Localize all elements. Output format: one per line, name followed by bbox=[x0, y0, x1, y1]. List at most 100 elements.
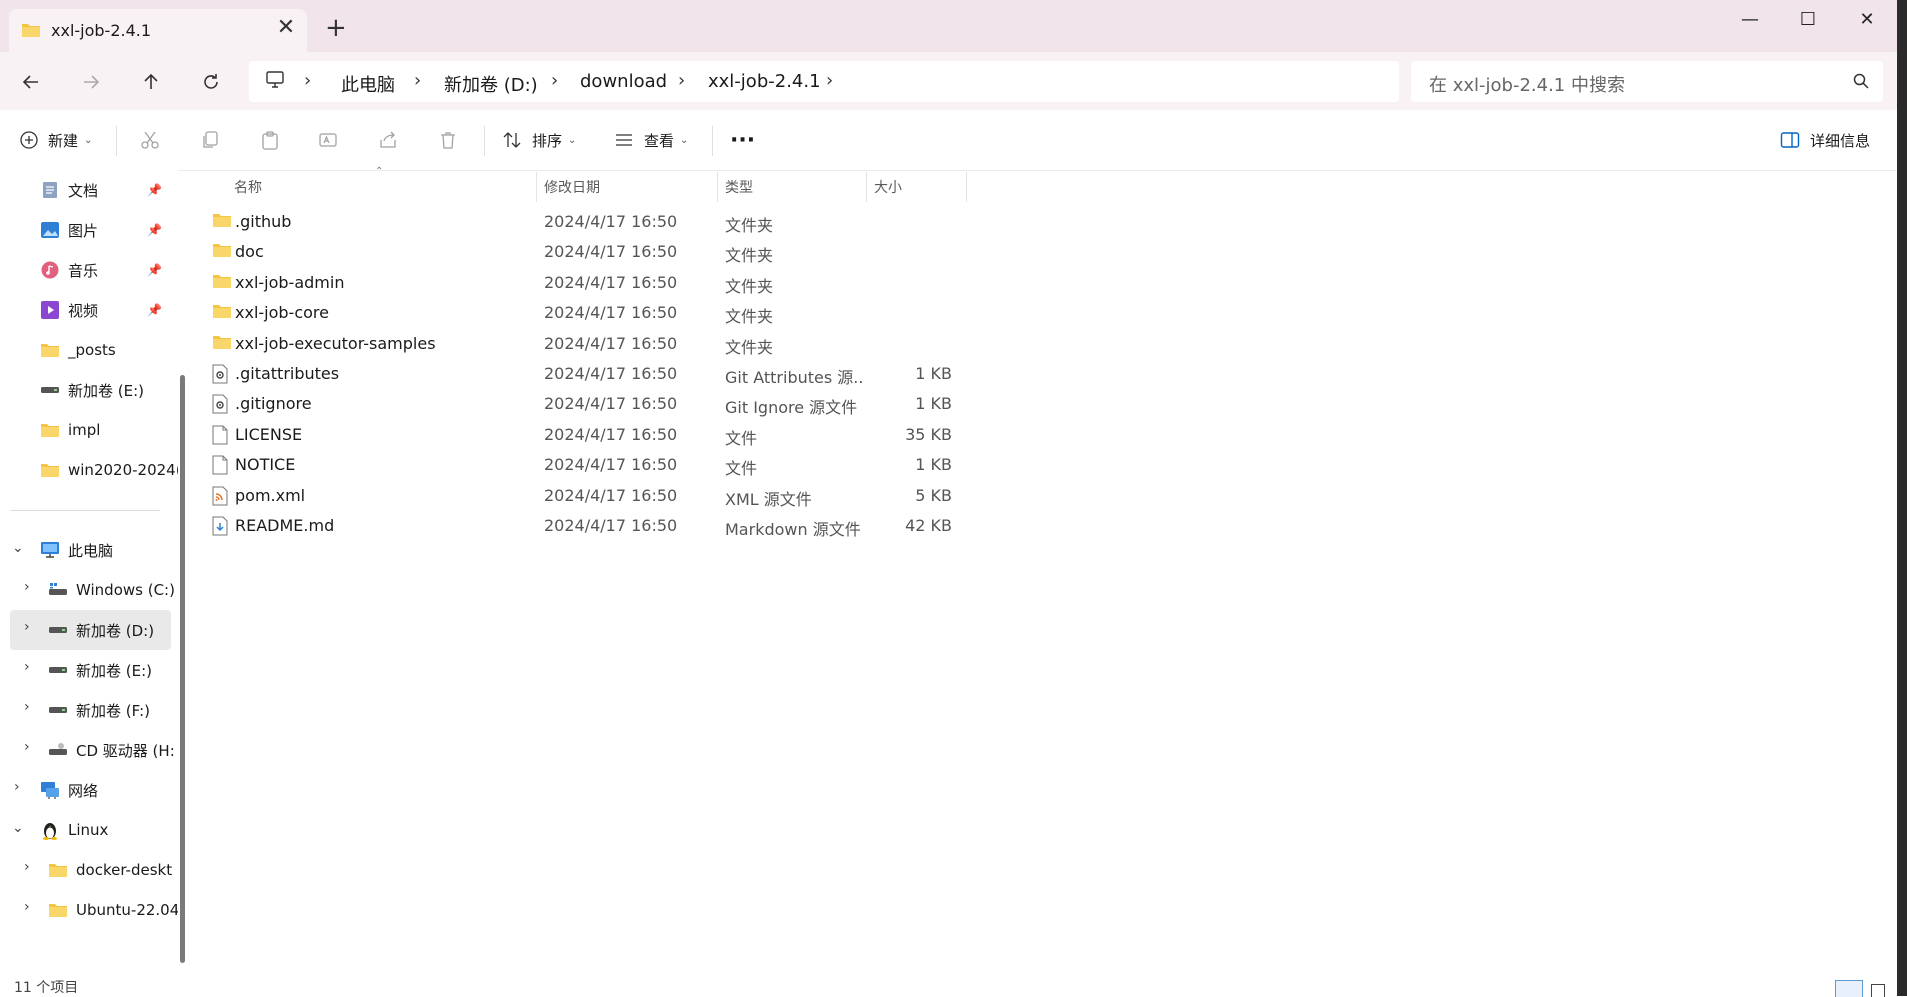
file-date: 2024/4/17 16:50 bbox=[544, 394, 678, 414]
sidebar-item-linux[interactable]: Linux bbox=[40, 812, 178, 848]
sidebar-item-network[interactable]: 网络 bbox=[40, 772, 178, 808]
sidebar-item-videos[interactable]: 视频 📌 bbox=[40, 292, 178, 328]
breadcrumb-chevron-icon[interactable]: › bbox=[826, 70, 833, 91]
chevron-right-icon[interactable]: › bbox=[24, 579, 30, 595]
tab-close-icon[interactable]: ✕ bbox=[274, 16, 298, 40]
details-button[interactable]: 详细信息 bbox=[1780, 110, 1870, 170]
folder-icon bbox=[212, 212, 232, 232]
search-icon[interactable] bbox=[1853, 73, 1869, 93]
more-options-button[interactable]: ··· bbox=[730, 110, 755, 170]
chevron-down-icon[interactable]: ⌄ bbox=[12, 820, 24, 836]
column-divider[interactable] bbox=[717, 172, 718, 202]
chevron-right-icon[interactable]: › bbox=[24, 659, 30, 675]
file-date: 2024/4/17 16:50 bbox=[544, 364, 678, 383]
cut-button[interactable] bbox=[140, 110, 160, 170]
paste-button[interactable] bbox=[260, 110, 280, 170]
file-date: 2024/4/17 16:50 bbox=[544, 485, 678, 505]
tab-current[interactable]: xxl-job-2.4.1 ✕ bbox=[9, 9, 307, 52]
pin-icon[interactable]: 📌 bbox=[147, 263, 162, 277]
minimize-button[interactable]: — bbox=[1728, 6, 1772, 34]
column-divider[interactable] bbox=[536, 172, 537, 202]
file-type: XML 源文件 bbox=[725, 489, 812, 509]
sidebar-item-win2020[interactable]: win2020-2024( bbox=[40, 452, 178, 488]
file-name: NOTICE bbox=[235, 455, 296, 475]
breadcrumb-chevron-icon[interactable]: › bbox=[304, 70, 311, 91]
file-type: Markdown 源文件 bbox=[725, 520, 861, 539]
chevron-right-icon[interactable]: › bbox=[24, 739, 30, 755]
rename-button[interactable] bbox=[318, 110, 338, 170]
details-view-toggle[interactable] bbox=[1835, 980, 1863, 997]
close-window-button[interactable]: ✕ bbox=[1845, 6, 1889, 34]
folder-icon bbox=[48, 860, 68, 880]
sidebar-item-ubuntu[interactable]: Ubuntu-22.04 bbox=[48, 892, 178, 928]
more-dots-icon: ··· bbox=[730, 127, 756, 153]
sidebar-item-cd-drive[interactable]: CD 驱动器 (H: bbox=[48, 732, 178, 768]
folder-icon bbox=[21, 22, 41, 42]
sort-button[interactable]: 排序 ⌄ bbox=[502, 110, 576, 170]
column-header-name[interactable]: 名称 bbox=[234, 170, 262, 204]
sidebar-item-posts[interactable]: _posts bbox=[40, 332, 178, 368]
sidebar-item-label: 视频 bbox=[68, 301, 99, 320]
pin-icon[interactable]: 📌 bbox=[147, 303, 162, 317]
sidebar-item-documents[interactable]: 文档 📌 bbox=[40, 172, 178, 208]
sidebar-item-docker-desktop[interactable]: docker-deskt bbox=[48, 852, 178, 888]
sidebar-scrollbar[interactable] bbox=[180, 375, 185, 963]
file-row[interactable]: README.md 2024/4/17 16:50 Markdown 源文件 42 K… bbox=[212, 508, 1162, 545]
refresh-button[interactable] bbox=[196, 67, 226, 97]
pin-icon[interactable]: 📌 bbox=[147, 223, 162, 237]
file-date: 2024/4/17 16:50 bbox=[544, 272, 678, 292]
sidebar-item-pictures[interactable]: 图片 📌 bbox=[40, 212, 178, 248]
column-header-size[interactable]: 大小 bbox=[874, 170, 902, 204]
chevron-right-icon[interactable]: › bbox=[14, 779, 20, 795]
network-icon bbox=[40, 780, 60, 800]
up-button[interactable] bbox=[136, 67, 166, 97]
sort-label: 排序 bbox=[532, 131, 563, 150]
pc-icon bbox=[40, 540, 60, 560]
sidebar-item-music[interactable]: 音乐 📌 bbox=[40, 252, 178, 288]
chevron-down-icon: ⌄ bbox=[680, 134, 689, 146]
breadcrumb-item[interactable]: 此电脑 bbox=[341, 71, 395, 97]
sidebar-item-drive-f[interactable]: 新加卷 (F:) bbox=[48, 692, 178, 728]
file-list: 名称 ⌃ 修改日期 类型 大小 .github 2024/4/17 16:50 文件… bbox=[192, 166, 1907, 980]
column-header-type[interactable]: 类型 bbox=[725, 170, 753, 204]
sidebar-item-drive-e[interactable]: 新加卷 (E:) bbox=[40, 372, 178, 408]
column-divider[interactable] bbox=[966, 172, 967, 202]
share-button[interactable] bbox=[378, 110, 398, 170]
chevron-right-icon[interactable]: › bbox=[24, 859, 30, 875]
new-tab-button[interactable]: + bbox=[325, 15, 347, 41]
column-divider[interactable] bbox=[866, 172, 867, 202]
delete-button[interactable] bbox=[438, 110, 458, 170]
address-bar[interactable]: › 此电脑 › 新加卷 (D:) › download › xxl-job-2.… bbox=[249, 61, 1399, 102]
sidebar-item-drive-c[interactable]: Windows (C:) bbox=[48, 572, 178, 608]
chevron-down-icon[interactable]: ⌄ bbox=[12, 540, 24, 556]
chevron-right-icon[interactable]: › bbox=[24, 699, 30, 715]
copy-button[interactable] bbox=[200, 110, 220, 170]
view-button[interactable]: 查看 ⌄ bbox=[614, 110, 688, 170]
maximize-button[interactable]: ☐ bbox=[1786, 6, 1830, 34]
sidebar-item-drive-d[interactable]: 新加卷 (D:) bbox=[48, 612, 178, 648]
folder-icon bbox=[212, 303, 232, 323]
breadcrumb-item[interactable]: 新加卷 (D:) bbox=[444, 71, 538, 97]
sidebar-item-drive-e2[interactable]: 新加卷 (E:) bbox=[48, 652, 178, 688]
linux-icon bbox=[40, 820, 60, 840]
breadcrumb-chevron-icon[interactable]: › bbox=[551, 70, 558, 91]
file-type: 文件夹 bbox=[725, 216, 774, 235]
sidebar-item-label: 此电脑 bbox=[68, 541, 114, 560]
forward-button[interactable] bbox=[76, 67, 106, 97]
chevron-right-icon[interactable]: › bbox=[24, 619, 30, 635]
pin-icon[interactable]: 📌 bbox=[147, 183, 162, 197]
breadcrumb-chevron-icon[interactable]: › bbox=[414, 70, 421, 91]
tiles-view-toggle[interactable] bbox=[1871, 984, 1885, 997]
breadcrumb-chevron-icon[interactable]: › bbox=[678, 70, 685, 91]
breadcrumb-item[interactable]: download bbox=[580, 71, 667, 92]
breadcrumb-item[interactable]: xxl-job-2.4.1 bbox=[708, 71, 821, 92]
sidebar-item-impl[interactable]: impl bbox=[40, 412, 178, 448]
back-button[interactable] bbox=[16, 67, 46, 97]
new-button[interactable]: 新建 ⌄ bbox=[20, 110, 92, 170]
search-box[interactable]: 在 xxl-job-2.4.1 中搜索 bbox=[1411, 61, 1883, 102]
window-edge bbox=[1897, 0, 1907, 996]
sidebar-item-this-pc[interactable]: 此电脑 bbox=[40, 532, 178, 568]
sidebar-divider bbox=[10, 510, 160, 511]
column-header-date[interactable]: 修改日期 bbox=[544, 170, 600, 204]
chevron-right-icon[interactable]: › bbox=[24, 899, 30, 915]
